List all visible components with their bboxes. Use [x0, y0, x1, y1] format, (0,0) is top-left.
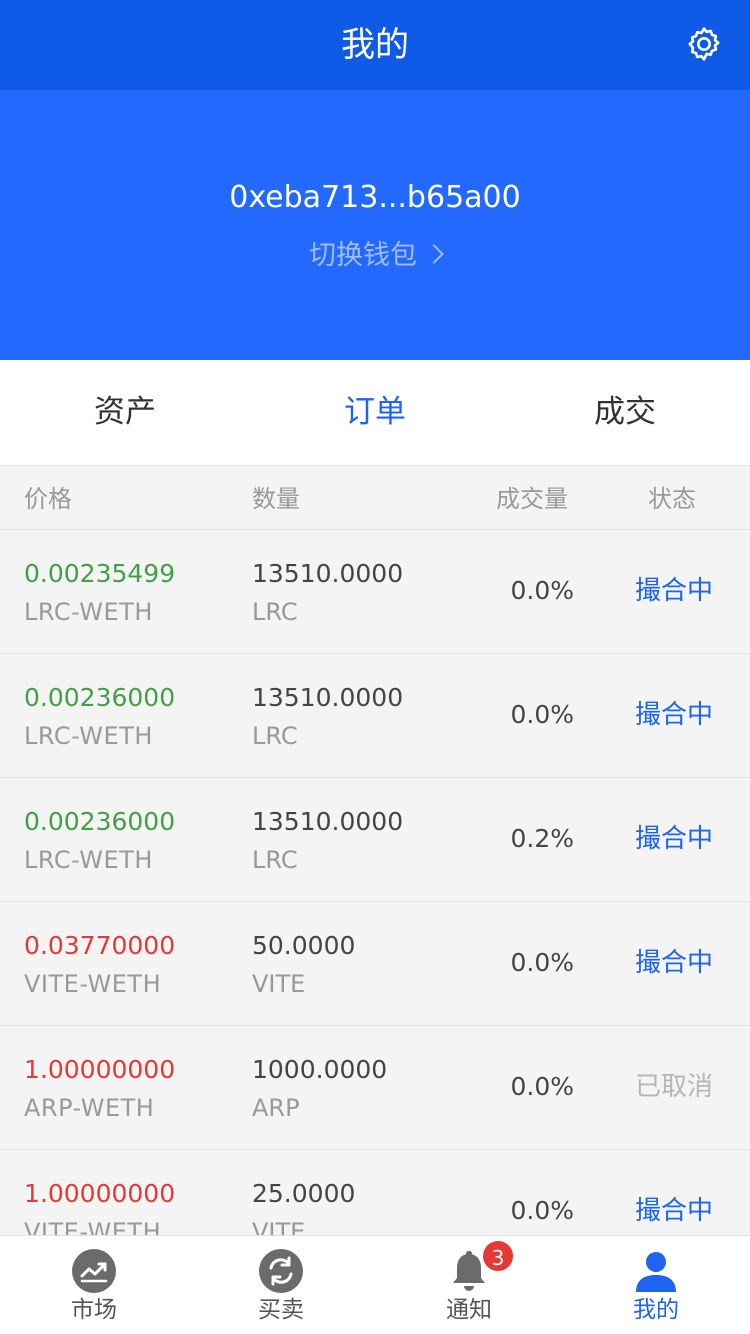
- order-quantity: 1000.0000: [252, 1055, 388, 1084]
- notification-badge: 3: [481, 1239, 515, 1273]
- order-status[interactable]: 撮合中: [624, 946, 724, 980]
- order-quantity: 50.0000: [252, 931, 356, 960]
- order-price: 0.00236000: [24, 807, 176, 836]
- order-row[interactable]: 0.03770000 VITE-WETH 50.0000 VITE 0.0% 撮…: [0, 902, 750, 1026]
- chevron-right-icon: [424, 243, 444, 264]
- order-price: 0.03770000: [24, 931, 176, 960]
- order-unit: VITE: [252, 970, 306, 998]
- order-filled: 0.0%: [510, 1196, 574, 1225]
- table-header: 价格 数量 成交量 状态: [0, 467, 750, 530]
- order-filled: 0.2%: [510, 824, 574, 853]
- order-pair: ARP-WETH: [24, 1094, 155, 1122]
- column-header-status: 状态: [648, 485, 696, 513]
- switch-wallet-label: 切换钱包: [309, 240, 417, 271]
- order-quantity: 13510.0000: [252, 683, 404, 712]
- order-status[interactable]: 撮合中: [624, 698, 724, 732]
- order-filled: 0.0%: [510, 576, 574, 605]
- wallet-header: 0xeba713...b65a00 切换钱包: [0, 90, 750, 360]
- order-price: 1.00000000: [24, 1055, 176, 1084]
- order-row[interactable]: 1.00000000 ARP-WETH 1000.0000 ARP 0.0% 已…: [0, 1026, 750, 1150]
- order-quantity: 13510.0000: [252, 807, 404, 836]
- order-pair: VITE-WETH: [24, 1218, 162, 1235]
- nav-notifications[interactable]: 3 通知: [375, 1236, 563, 1334]
- market-trend-icon: [72, 1249, 116, 1293]
- nav-profile-label: 我的: [633, 1297, 679, 1323]
- order-quantity: 25.0000: [252, 1179, 356, 1208]
- nav-market[interactable]: 市场: [0, 1236, 188, 1334]
- order-pair: LRC-WETH: [24, 598, 153, 626]
- order-pair: VITE-WETH: [24, 970, 162, 998]
- order-unit: LRC: [252, 598, 298, 626]
- order-unit: ARP: [252, 1094, 300, 1122]
- order-status[interactable]: 撮合中: [624, 574, 724, 608]
- page-title: 我的: [341, 25, 409, 65]
- order-filled: 0.0%: [510, 1072, 574, 1101]
- bottom-nav: 市场 买卖 3 通知 我的: [0, 1235, 750, 1334]
- order-unit: LRC: [252, 846, 298, 874]
- nav-trade-label: 买卖: [258, 1297, 304, 1323]
- order-unit: LRC: [252, 722, 298, 750]
- order-price: 0.00235499: [24, 559, 176, 588]
- nav-notifications-label: 通知: [446, 1297, 492, 1323]
- order-status[interactable]: 撮合中: [624, 1194, 724, 1228]
- order-filled: 0.0%: [510, 700, 574, 729]
- order-unit: VITE: [252, 1218, 306, 1235]
- tab-assets[interactable]: 资产: [0, 390, 250, 434]
- exchange-icon: [259, 1249, 303, 1293]
- order-pair: LRC-WETH: [24, 722, 153, 750]
- tab-trades[interactable]: 成交: [500, 390, 750, 434]
- top-bar: 我的: [0, 0, 750, 90]
- tab-bar: 资产 订单 成交: [0, 360, 750, 466]
- order-row[interactable]: 0.00236000 LRC-WETH 13510.0000 LRC 0.2% …: [0, 778, 750, 902]
- wallet-address: 0xeba713...b65a00: [229, 180, 521, 215]
- order-status: 已取消: [634, 1072, 713, 1102]
- order-price: 0.00236000: [24, 683, 176, 712]
- gear-icon[interactable]: [684, 24, 724, 64]
- nav-profile[interactable]: 我的: [562, 1236, 750, 1334]
- switch-wallet-link[interactable]: 切换钱包: [0, 236, 750, 276]
- column-header-filled: 成交量: [496, 485, 568, 513]
- order-row[interactable]: 0.00236000 LRC-WETH 13510.0000 LRC 0.0% …: [0, 654, 750, 778]
- order-filled: 0.0%: [510, 948, 574, 977]
- order-list[interactable]: 0.00235499 LRC-WETH 13510.0000 LRC 0.0% …: [0, 530, 750, 1235]
- order-quantity: 13510.0000: [252, 559, 404, 588]
- column-header-quantity: 数量: [252, 485, 300, 513]
- order-row[interactable]: 0.00235499 LRC-WETH 13510.0000 LRC 0.0% …: [0, 530, 750, 654]
- tab-orders[interactable]: 订单: [250, 390, 500, 434]
- user-icon: [636, 1252, 676, 1292]
- column-header-price: 价格: [24, 485, 72, 513]
- nav-market-label: 市场: [71, 1297, 117, 1323]
- order-pair: LRC-WETH: [24, 846, 153, 874]
- order-status[interactable]: 撮合中: [624, 822, 724, 856]
- order-row[interactable]: 1.00000000 VITE-WETH 25.0000 VITE 0.0% 撮…: [0, 1150, 750, 1235]
- nav-trade[interactable]: 买卖: [187, 1236, 375, 1334]
- order-price: 1.00000000: [24, 1179, 176, 1208]
